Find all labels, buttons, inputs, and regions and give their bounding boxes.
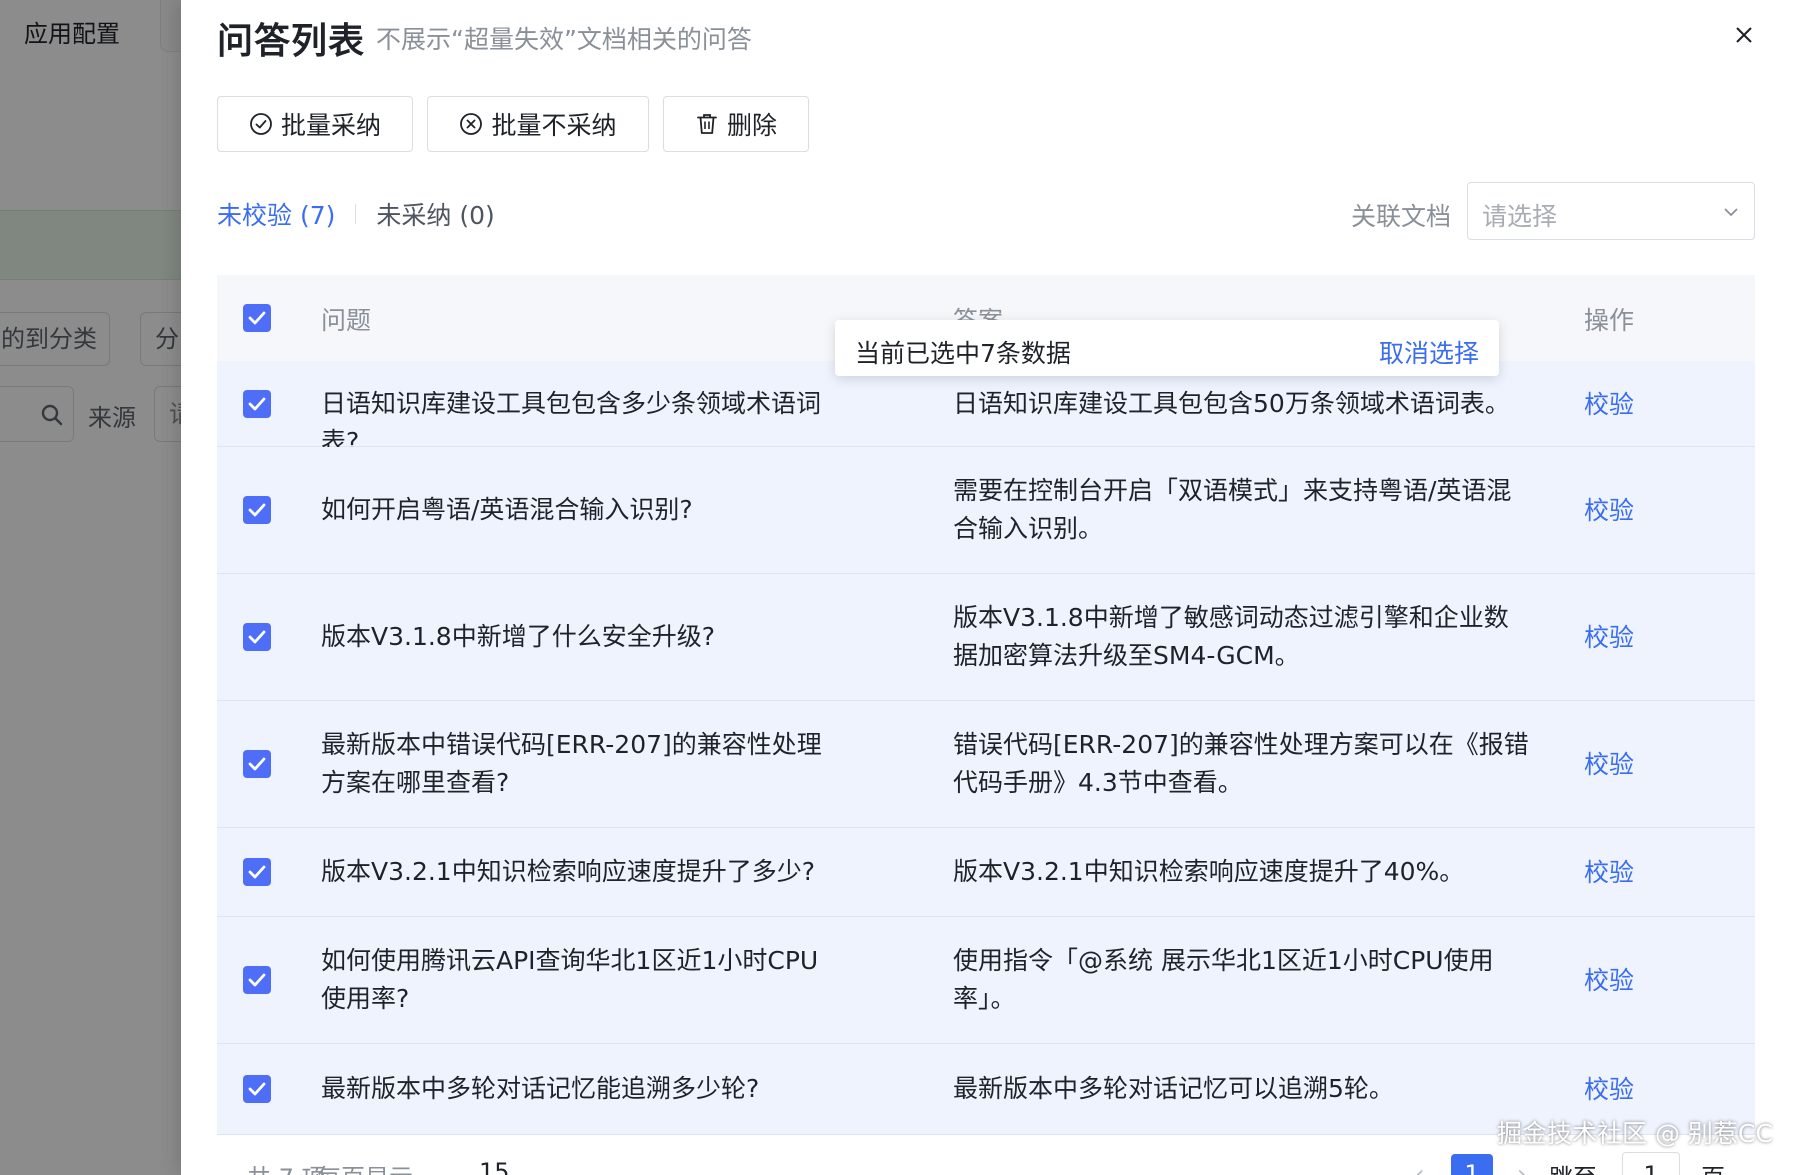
verify-link[interactable]: 校验: [1584, 745, 1634, 781]
row-checkbox[interactable]: [243, 1075, 271, 1103]
delete-label: 删除: [726, 111, 777, 140]
question-cell: 如何使用腾讯云API查询华北1区近1小时CPU使用率?: [321, 946, 819, 1013]
qa-list-drawer: 问答列表 不展示“超量失效”文档相关的问答 批量采纳 批量不采纳 删除 未校验 …: [181, 0, 1797, 1175]
table-row[interactable]: 如何开启粤语/英语混合输入识别? 需要在控制台开启「双语模式」来支持粤语/英语混…: [217, 447, 1755, 574]
row-checkbox[interactable]: [243, 623, 271, 651]
batch-not-adopt-button[interactable]: 批量不采纳: [427, 96, 649, 152]
table-row[interactable]: 最新版本中错误代码[ERR-207]的兼容性处理方案在哪里查看? 错误代码[ER…: [217, 701, 1755, 828]
verify-link[interactable]: 校验: [1584, 1070, 1634, 1106]
watermark: 掘金技术社区 @ 别惹CC: [1497, 1119, 1773, 1148]
pagination-page-unit: 页: [1701, 1158, 1725, 1175]
close-icon: [1736, 27, 1752, 43]
tab-unverified[interactable]: 未校验 (7): [217, 196, 335, 232]
verify-link[interactable]: 校验: [1584, 491, 1634, 527]
column-header-action: 操作: [1584, 306, 1635, 335]
table-row[interactable]: 如何使用腾讯云API查询华北1区近1小时CPU使用率? 使用指令「@系统 展示华…: [217, 917, 1755, 1044]
selection-count-text: 当前已选中7条数据: [855, 339, 1071, 368]
check-icon: [248, 973, 266, 987]
pagination-total: 共 7 项: [247, 1158, 326, 1175]
answer-cell: 错误代码[ERR-207]的兼容性处理方案可以在《报错代码手册》4.3节中查看。: [953, 730, 1529, 797]
pagination-page-size-label: 每页显示: [317, 1158, 413, 1175]
column-header-question: 问题: [321, 306, 372, 335]
check-icon: [248, 397, 266, 411]
verify-link[interactable]: 校验: [1584, 853, 1634, 889]
related-doc-select[interactable]: 请选择: [1467, 182, 1755, 240]
related-doc-label: 关联文档: [1351, 202, 1452, 231]
answer-cell: 最新版本中多轮对话记忆可以追溯5轮。: [953, 1074, 1394, 1103]
drawer-title: 问答列表: [217, 21, 366, 62]
selection-tip: 当前已选中7条数据 取消选择: [835, 320, 1499, 376]
answer-cell: 需要在控制台开启「双语模式」来支持粤语/英语混合输入识别。: [953, 476, 1512, 543]
pagination-page-size-select[interactable]: 15: [479, 1158, 510, 1175]
drawer-subtitle: 不展示“超量失效”文档相关的问答: [376, 25, 752, 54]
answer-cell: 使用指令「@系统 展示华北1区近1小时CPU使用率」。: [953, 946, 1494, 1013]
batch-adopt-button[interactable]: 批量采纳: [217, 96, 413, 152]
question-cell: 如何开启粤语/英语混合输入识别?: [321, 495, 693, 524]
check-icon: [248, 311, 266, 325]
table-row[interactable]: 版本V3.1.8中新增了什么安全升级? 版本V3.1.8中新增了敏感词动态过滤引…: [217, 574, 1755, 701]
check-icon: [248, 757, 266, 771]
trash-icon: [697, 114, 717, 134]
check-icon: [248, 503, 266, 517]
row-checkbox[interactable]: [243, 390, 271, 418]
pagination: 共 7 项 每页显示 15 ‹ 1 › 跳至 1 页: [217, 1152, 1755, 1175]
answer-cell: 版本V3.2.1中知识检索响应速度提升了40%。: [953, 857, 1465, 886]
question-cell: 版本V3.2.1中知识检索响应速度提升了多少?: [321, 857, 815, 886]
pagination-prev-icon[interactable]: ‹: [1415, 1160, 1425, 1175]
check-icon: [248, 630, 266, 644]
close-circle-icon: [460, 113, 483, 135]
row-checkbox[interactable]: [243, 750, 271, 778]
verify-link[interactable]: 校验: [1584, 385, 1634, 421]
batch-adopt-label: 批量采纳: [280, 111, 381, 140]
chevron-down-icon: [1724, 208, 1738, 217]
check-circle-icon: [250, 113, 272, 135]
row-checkbox[interactable]: [243, 966, 271, 994]
question-cell: 版本V3.1.8中新增了什么安全升级?: [321, 622, 715, 651]
check-icon: [248, 865, 266, 879]
qa-table: 问题 答案 操作 日语知识库建设工具包包含多少条领域术语词表? 日语知识库建设工…: [217, 275, 1755, 1135]
answer-cell: 版本V3.1.8中新增了敏感词动态过滤引擎和企业数据加密算法升级至SM4-GCM…: [953, 603, 1509, 670]
check-icon: [248, 1082, 266, 1096]
select-all-checkbox[interactable]: [243, 304, 271, 332]
table-row[interactable]: 版本V3.2.1中知识检索响应速度提升了多少? 版本V3.2.1中知识检索响应速…: [217, 828, 1755, 917]
batch-toolbar: 批量采纳 批量不采纳 删除: [217, 96, 809, 152]
close-button[interactable]: [1729, 20, 1759, 50]
tab-divider: [355, 204, 357, 224]
batch-not-adopt-label: 批量不采纳: [491, 111, 617, 140]
pagination-jump-input[interactable]: 1: [1622, 1152, 1680, 1175]
tab-not-adopted[interactable]: 未采纳 (0): [376, 196, 494, 232]
question-cell: 最新版本中多轮对话记忆能追溯多少轮?: [321, 1074, 760, 1103]
status-tabs: 未校验 (7) 未采纳 (0): [217, 196, 495, 232]
pagination-page-current[interactable]: 1: [1451, 1154, 1493, 1175]
verify-link[interactable]: 校验: [1584, 618, 1634, 654]
row-checkbox[interactable]: [243, 858, 271, 886]
delete-button[interactable]: 删除: [663, 96, 809, 152]
answer-cell: 日语知识库建设工具包包含50万条领域术语词表。: [953, 389, 1510, 418]
related-doc-placeholder: 请选择: [1482, 202, 1558, 231]
cancel-selection-link[interactable]: 取消选择: [1379, 334, 1479, 370]
pagination-next-icon[interactable]: ›: [1517, 1160, 1527, 1175]
question-cell: 最新版本中错误代码[ERR-207]的兼容性处理方案在哪里查看?: [321, 730, 822, 797]
verify-link[interactable]: 校验: [1584, 961, 1634, 997]
row-checkbox[interactable]: [243, 496, 271, 524]
pagination-jump-label: 跳至: [1549, 1158, 1597, 1175]
